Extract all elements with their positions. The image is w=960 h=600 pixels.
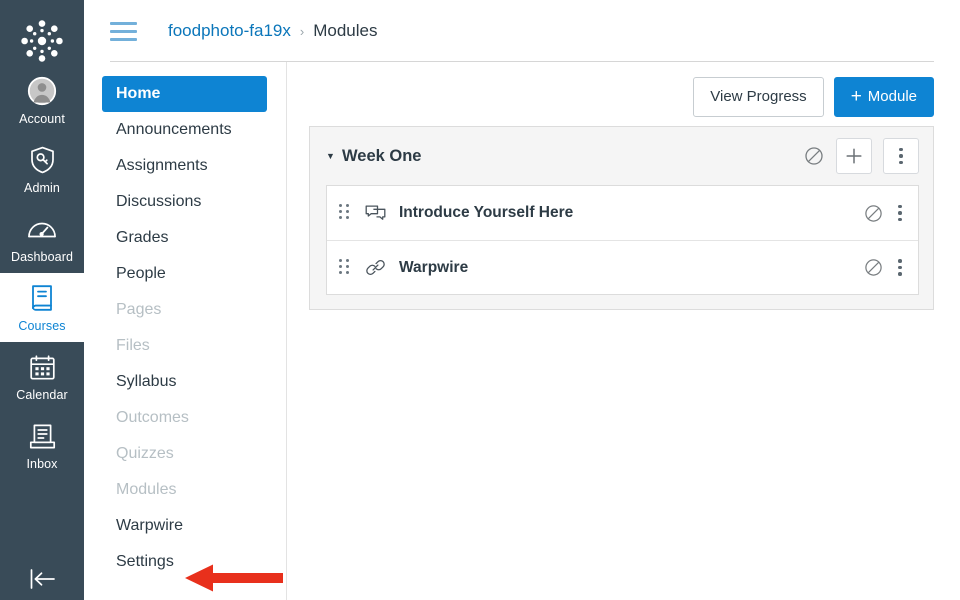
module-publish-state-unpublished-icon[interactable] (803, 145, 825, 167)
link-icon (364, 257, 386, 279)
collapse-left-icon[interactable] (0, 566, 84, 600)
global-nav-label: Calendar (16, 388, 68, 402)
course-nav-item-people[interactable]: People (102, 256, 272, 292)
add-module-button[interactable]: + Module (833, 77, 934, 117)
course-nav-item-discussions[interactable]: Discussions (102, 184, 272, 220)
module-add-item-button[interactable] (836, 138, 872, 174)
plus-icon: + (850, 85, 862, 107)
add-module-label: Module (867, 88, 917, 105)
user-avatar-icon (27, 76, 57, 106)
global-nav-item-calendar[interactable]: Calendar (0, 342, 84, 411)
breadcrumb: foodphoto-fa19x › Modules (168, 21, 378, 41)
course-nav-item-warpwire[interactable]: Warpwire (102, 508, 272, 544)
module-header-actions (803, 138, 919, 174)
course-nav-item-syllabus[interactable]: Syllabus (102, 364, 272, 400)
canvas-logo-icon[interactable] (17, 16, 67, 66)
course-nav-item-home[interactable]: Home (102, 76, 267, 112)
global-nav-label: Dashboard (10, 250, 74, 264)
course-nav-item-pages[interactable]: Pages (102, 292, 272, 328)
global-nav-label: Admin (24, 181, 60, 195)
shield-key-icon (29, 145, 56, 175)
chevron-down-icon[interactable]: ▼ (326, 151, 338, 161)
module-item-publish-state-unpublished-icon[interactable] (862, 202, 884, 224)
inbox-tray-icon (29, 421, 56, 451)
module-item-actions (862, 257, 906, 279)
kebab-menu-icon (899, 147, 903, 165)
module-item-publish-state-unpublished-icon[interactable] (862, 257, 884, 279)
book-icon (29, 283, 55, 313)
module-item-menu-kebab-menu-icon[interactable] (898, 204, 902, 222)
course-nav-item-files[interactable]: Files (102, 328, 272, 364)
drag-handle-icon[interactable] (339, 204, 353, 222)
view-progress-button[interactable]: View Progress (693, 77, 824, 117)
course-nav-item-settings[interactable]: Settings (102, 544, 272, 580)
global-navigation: Account Admin Dashboard Courses Calendar… (0, 0, 84, 600)
calendar-icon (29, 352, 56, 382)
module-title[interactable]: Week One (342, 147, 803, 166)
course-nav-item-modules[interactable]: Modules (102, 472, 272, 508)
module-header: ▼ Week One (310, 127, 933, 185)
main-content-area: foodphoto-fa19x › Modules Home Announcem… (84, 0, 960, 600)
module-item-list: Introduce Yourself Here Warpwire (326, 185, 919, 295)
module-item-actions (862, 202, 906, 224)
global-nav-item-account[interactable]: Account (0, 66, 84, 135)
module-item-title[interactable]: Warpwire (399, 259, 862, 277)
course-nav-item-assignments[interactable]: Assignments (102, 148, 272, 184)
global-nav-item-courses[interactable]: Courses (0, 273, 84, 342)
module-item[interactable]: Warpwire (327, 240, 918, 294)
module-item[interactable]: Introduce Yourself Here (327, 186, 918, 240)
global-nav-label: Account (19, 112, 65, 126)
hamburger-menu-icon[interactable] (110, 19, 140, 43)
module-menu-button[interactable] (883, 138, 919, 174)
global-nav-item-dashboard[interactable]: Dashboard (0, 204, 84, 273)
course-nav-item-outcomes[interactable]: Outcomes (102, 400, 272, 436)
global-nav-item-admin[interactable]: Admin (0, 135, 84, 204)
module-item-title[interactable]: Introduce Yourself Here (399, 204, 862, 222)
modules-content: View Progress + Module ▼ Week One Introd… (287, 62, 960, 600)
global-nav-item-inbox[interactable]: Inbox (0, 411, 84, 480)
discussion-icon (364, 202, 386, 224)
breadcrumb-separator: › (299, 23, 305, 39)
top-bar: foodphoto-fa19x › Modules (84, 0, 960, 62)
course-navigation: Home Announcements Assignments Discussio… (84, 62, 287, 600)
canvas-modules-page: Account Admin Dashboard Courses Calendar… (0, 0, 960, 600)
breadcrumb-current-page: Modules (313, 21, 378, 40)
course-nav-item-quizzes[interactable]: Quizzes (102, 436, 272, 472)
content-row: Home Announcements Assignments Discussio… (84, 62, 960, 600)
module-panel-week-one: ▼ Week One Introduce Yourself Here Warpw… (309, 126, 934, 310)
drag-handle-icon[interactable] (339, 258, 353, 277)
global-nav-label: Courses (18, 319, 66, 333)
global-nav-label: Inbox (26, 457, 58, 471)
course-nav-item-announcements[interactable]: Announcements (102, 112, 272, 148)
course-nav-item-grades[interactable]: Grades (102, 220, 272, 256)
breadcrumb-course-link[interactable]: foodphoto-fa19x (168, 21, 291, 41)
modules-toolbar: View Progress + Module (309, 62, 934, 126)
module-item-menu-kebab-menu-icon[interactable] (898, 259, 902, 276)
dashboard-gauge-icon (27, 214, 57, 244)
